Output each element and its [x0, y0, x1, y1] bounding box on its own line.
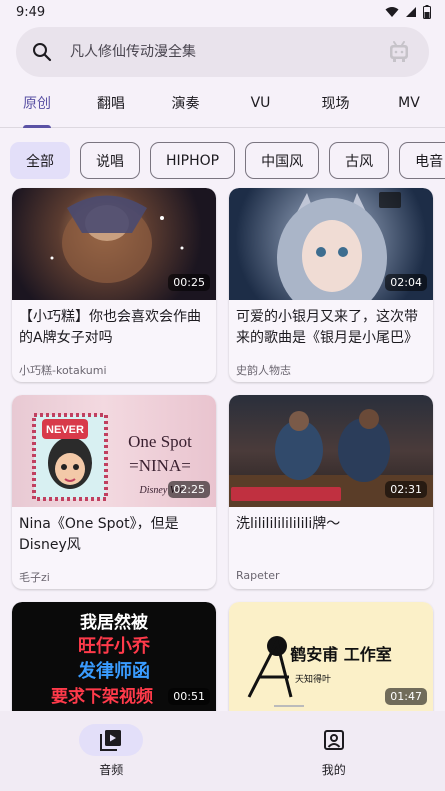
video-title: 洗lililililililili牌～ — [236, 516, 341, 532]
tab-perform[interactable]: 演奏 — [148, 79, 223, 127]
chip-chinese-style[interactable]: 中国风 — [245, 142, 320, 179]
nav-indicator — [302, 724, 366, 756]
wifi-icon — [385, 7, 399, 17]
status-time: 9:49 — [16, 4, 46, 20]
video-grid: 00:25 【小巧糕】你也会喜欢会作曲的A牌女子对吗 小巧糕-kotakumi … — [12, 188, 434, 791]
thumbnail-subtitle: =NINA= — [129, 456, 191, 475]
video-thumbnail: NEVER One Spot =NINA= Disney Ver. 02:25 — [12, 395, 216, 507]
nav-mine[interactable]: 我的 — [223, 711, 445, 791]
chip-label: 古风 — [345, 153, 374, 170]
chip-label: 中国风 — [261, 153, 304, 170]
tab-label: VU — [250, 95, 271, 111]
filter-chips: 全部 说唱 HIPHOP 中国风 古风 电音 — [0, 128, 445, 179]
nav-label: 音频 — [99, 763, 124, 777]
thumbnail-line: 发律师函 — [77, 660, 150, 682]
video-author[interactable]: 小巧糕-kotakumi — [12, 352, 216, 378]
video-card[interactable]: NEVER One Spot =NINA= Disney Ver. 02:25 … — [12, 395, 216, 589]
tab-label: 现场 — [321, 96, 350, 112]
search-icon[interactable] — [30, 40, 54, 64]
tab-label: 原创 — [23, 96, 51, 112]
video-title: 【小巧糕】你也会喜欢会作曲的A牌女子对吗 — [19, 309, 201, 346]
tab-label: 演奏 — [171, 96, 200, 112]
thumbnail-title: One Spot — [128, 432, 192, 451]
video-thumbnail: 鹤安甫 工作室 天知得叶 01:47 — [229, 602, 433, 714]
video-card[interactable]: 02:31 洗lililililililili牌～ Rapeter — [229, 395, 433, 589]
battery-icon — [423, 5, 431, 19]
video-duration: 00:25 — [168, 274, 210, 291]
chip-hiphop[interactable]: HIPHOP — [150, 142, 236, 179]
chip-rap[interactable]: 说唱 — [80, 142, 140, 179]
chip-ancient-style[interactable]: 古风 — [329, 142, 390, 179]
video-thumbnail: 00:25 — [12, 188, 216, 300]
video-duration: 01:47 — [385, 688, 427, 705]
video-author[interactable]: 史韵人物志 — [229, 352, 433, 378]
video-duration: 02:04 — [385, 274, 427, 291]
video-thumbnail: 我居然被 旺仔小乔 发律师函 要求下架视频 00:51 — [12, 602, 216, 714]
video-duration: 02:31 — [385, 481, 427, 498]
tab-label: 翻唱 — [97, 96, 125, 112]
chip-electronic[interactable]: 电音 — [399, 142, 445, 179]
nav-audio[interactable]: 音频 — [0, 711, 223, 791]
video-card[interactable]: 02:04 可爱的小银月又来了，这次带来的歌曲是《银月是小尾巴》 史韵人物志 — [229, 188, 433, 382]
tab-live[interactable]: 现场 — [298, 79, 373, 127]
thumbnail-line: 我居然被 — [80, 612, 148, 633]
account-box-icon — [323, 730, 344, 750]
video-card[interactable]: 00:25 【小巧糕】你也会喜欢会作曲的A牌女子对吗 小巧糕-kotakumi — [12, 188, 216, 382]
video-title: Nina《One Spot》，但是Disney风 — [19, 516, 179, 553]
video-title: 可爱的小银月又来了，这次带来的歌曲是《银月是小尾巴》 — [236, 309, 418, 346]
video-duration: 02:25 — [168, 481, 210, 498]
search-bar[interactable] — [16, 27, 429, 77]
status-icons — [385, 5, 431, 19]
chip-all[interactable]: 全部 — [10, 142, 70, 179]
thumbnail-line: 要求下架视频 — [51, 686, 153, 707]
category-tabs: 原创 翻唱 演奏 VU 现场 MV — [0, 79, 445, 128]
chip-label: HIPHOP — [166, 152, 220, 169]
tab-vu[interactable]: VU — [223, 79, 298, 127]
bilibili-tv-icon[interactable] — [383, 36, 415, 68]
tab-cover[interactable]: 翻唱 — [74, 79, 148, 127]
thumbnail-badge: NEVER — [46, 424, 84, 436]
tab-label: MV — [398, 95, 420, 111]
status-bar: 9:49 — [0, 0, 445, 24]
video-library-icon — [100, 730, 122, 751]
thumbnail-line: 旺仔小乔 — [78, 635, 151, 657]
nav-indicator — [79, 724, 144, 756]
chip-label: 全部 — [26, 153, 54, 170]
video-thumbnail: 02:04 — [229, 188, 433, 300]
thumbnail-title: 鹤安甫 工作室 — [290, 645, 392, 664]
tab-mv[interactable]: MV — [373, 79, 445, 127]
search-input[interactable] — [70, 44, 383, 60]
bottom-navigation: 音频 我的 — [0, 711, 445, 791]
video-thumbnail: 02:31 — [229, 395, 433, 507]
tab-original[interactable]: 原创 — [0, 79, 74, 128]
chip-label: 说唱 — [96, 153, 124, 170]
video-author[interactable]: Rapeter — [229, 559, 433, 582]
chip-label: 电音 — [415, 153, 444, 170]
video-duration: 00:51 — [168, 688, 210, 705]
nav-label: 我的 — [321, 763, 346, 777]
signal-icon — [406, 7, 416, 17]
thumbnail-subtitle: 天知得叶 — [295, 673, 331, 685]
video-author[interactable]: 毛子zi — [12, 559, 216, 585]
